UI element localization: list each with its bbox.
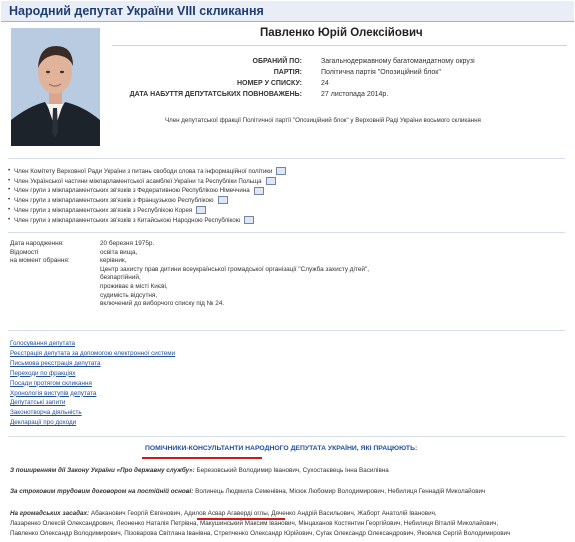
link-faction-transfers[interactable]: Переходи по фракціях (10, 369, 175, 379)
link-positions[interactable]: Посади протягом скликання (10, 379, 175, 389)
deputy-links: Голосування депутата Реєстрація депутата… (10, 339, 175, 428)
bio-labels: Дата народження: Відомості на момент обр… (10, 240, 70, 266)
assistants-volunteer-line: Павленко Олександр Володимирович, Пізова… (10, 530, 511, 537)
membership-list: Член Комітету Верховної Ради України з п… (8, 167, 287, 226)
document-icon[interactable] (217, 196, 228, 205)
highlight-underline (197, 518, 285, 520)
bio-values: 20 березня 1975р. освіта вища, керівник,… (100, 240, 369, 309)
deputy-portrait-image (11, 28, 100, 146)
section-divider (8, 436, 565, 437)
membership-item: Член Української частини міжпарламентськ… (8, 177, 286, 187)
membership-item: Член групи з міжпарламентських зв'язків … (8, 186, 286, 196)
membership-item: Член групи з міжпарламентських зв'язків … (8, 196, 286, 206)
link-written-registration[interactable]: Письмова реєстрація депутата (10, 359, 175, 369)
link-inquiries[interactable]: Депутатські запити (10, 398, 175, 408)
bio-label-birth: Дата народження: (10, 240, 64, 247)
assistants-contract-names: Волинець Людмила Семенівна, Місюк Любоми… (195, 488, 486, 495)
field-value-party: Політична партія "Опозиційний блок" (321, 69, 441, 76)
membership-item: Член групи з міжпарламентських зв'язків … (8, 216, 286, 226)
bio-value: освіта вища, (100, 248, 138, 256)
bio-value: 20 березня 1975р. (100, 240, 155, 247)
assistants-state-names: Березовський Володимир Іванович, Сухоста… (196, 467, 389, 474)
membership-item: Член Комітету Верховної Ради України з п… (8, 167, 287, 177)
field-value-elected: Загальнодержавному багатомандатному окру… (321, 58, 475, 65)
document-icon[interactable] (253, 186, 264, 195)
page-title: Народний депутат України VIII скликання (9, 4, 264, 18)
bio-value: проживає в місті Києві, (100, 282, 168, 290)
assistants-volunteer-names: Абаканович Георгій Євгенович, Адилов Асв… (90, 510, 437, 517)
assistants-state-service: З поширенням дії Закону України «Про дер… (10, 466, 389, 476)
bio-value: безпартійний, (100, 274, 141, 282)
bio-label-info: Відомості (10, 248, 39, 256)
field-label-party: ПАРТІЯ: (273, 69, 302, 76)
name-divider (112, 45, 567, 46)
deputy-field-values: Загальнодержавному багатомандатному окру… (321, 56, 561, 102)
link-speeches[interactable]: Хронологія виступів депутата (10, 389, 175, 399)
bio-value: судимість відсутня, (100, 291, 158, 299)
assistants-volunteer-label: На громадських засадах: (10, 510, 90, 517)
section-divider (8, 232, 565, 233)
assistants-title-underline (142, 457, 262, 459)
membership-item: Член групи з міжпарламентських зв'язків … (8, 206, 286, 216)
document-icon[interactable] (265, 177, 276, 186)
assistants-contract: За строковим трудовим договором на пості… (10, 487, 485, 497)
assistants-contract-label: За строковим трудовим договором на пості… (10, 488, 194, 495)
field-label-start-date: ДАТА НАБУТТЯ ДЕПУТАТСЬКИХ ПОВНОВАЖЕНЬ: (129, 91, 302, 98)
bio-value: включений до виборчого списку під № 24. (100, 300, 225, 308)
section-divider (8, 330, 565, 331)
assistants-title: ПОМІЧНИКИ-КОНСУЛЬТАНТИ НАРОДНОГО ДЕПУТАТ… (145, 445, 418, 452)
document-icon[interactable] (196, 206, 207, 215)
deputy-field-labels: ОБРАНИЙ ПО: ПАРТІЯ: НОМЕР У СПИСКУ: ДАТА… (112, 56, 302, 102)
page-header: Народний депутат України VIII скликання (1, 1, 574, 22)
assistants-state-label: З поширенням дії Закону України «Про дер… (10, 467, 195, 474)
field-value-list-number: 24 (321, 80, 329, 87)
bio-label-at-election: на момент обрання: (10, 257, 70, 265)
link-electronic-registration[interactable]: Реєстрація депутата за допомогою електро… (10, 349, 175, 359)
bio-value: керівник, (100, 257, 127, 265)
faction-membership: Член депутатської фракції Політичної пар… (165, 117, 481, 124)
field-label-elected: ОБРАНИЙ ПО: (252, 58, 302, 65)
document-icon[interactable] (276, 167, 287, 176)
section-divider (8, 158, 565, 159)
field-value-start-date: 27 листопада 2014р. (321, 91, 389, 98)
document-icon[interactable] (244, 215, 255, 224)
assistants-volunteer-line: Лазаренко Олексій Олександрович, Леоненк… (10, 520, 499, 527)
deputy-name: Павленко Юрій Олексійович (260, 27, 423, 39)
deputy-photo (11, 28, 100, 146)
field-label-list-number: НОМЕР У СПИСКУ: (236, 80, 302, 87)
assistants-volunteer: На громадських засадах: Абаканович Георг… (10, 509, 510, 539)
link-voting[interactable]: Голосування депутата (10, 339, 175, 349)
link-lawmaking[interactable]: Законотворча діяльність (10, 408, 175, 418)
link-income-declarations[interactable]: Декларації про доходи (10, 418, 175, 428)
